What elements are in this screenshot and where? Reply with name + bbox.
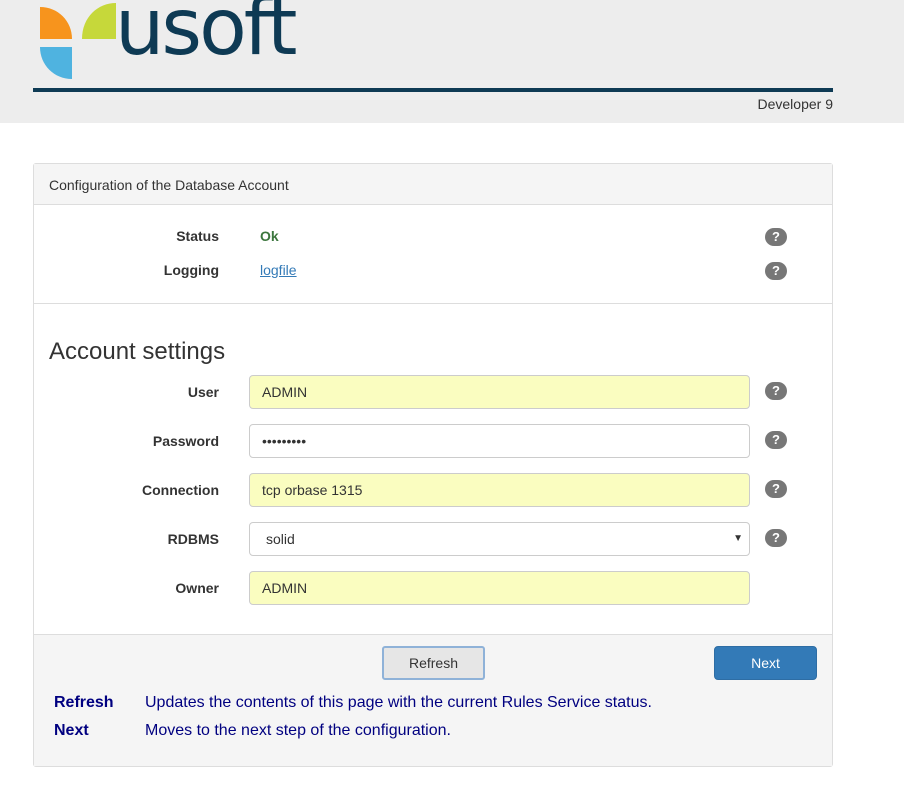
help-term: Next <box>54 722 89 739</box>
logging-label: Logging <box>163 262 219 278</box>
chevron-down-icon: ▼ <box>733 533 743 544</box>
config-panel: Configuration of the Database Account St… <box>33 163 833 767</box>
panel-heading: Configuration of the Database Account <box>34 164 832 205</box>
status-value: Ok <box>260 228 279 244</box>
user-input[interactable]: ADMIN <box>249 375 750 409</box>
help-description: Moves to the next step of the configurat… <box>145 722 451 739</box>
password-label: Password <box>152 433 219 449</box>
logging-help-icon[interactable]: ? <box>765 262 787 280</box>
password-input[interactable]: ••••••••• <box>249 424 750 458</box>
owner-input[interactable]: ADMIN <box>249 571 750 605</box>
section-title: Account settings <box>49 338 226 365</box>
owner-label: Owner <box>175 580 219 596</box>
app-header: usoft Developer 9 <box>0 0 904 123</box>
connection-input[interactable]: tcp orbase 1315 <box>249 473 750 507</box>
panel-footer: Refresh Next Refresh Updates the content… <box>34 634 832 766</box>
panel-divider <box>34 303 832 304</box>
rdbms-help-icon[interactable]: ? <box>765 529 787 547</box>
logfile-link[interactable]: logfile <box>260 262 297 278</box>
version-label: Developer 9 <box>757 96 834 112</box>
connection-help-icon[interactable]: ? <box>765 480 787 498</box>
connection-label: Connection <box>142 482 219 498</box>
refresh-button[interactable]: Refresh <box>382 646 485 680</box>
rdbms-select[interactable]: solid ▼ <box>249 522 750 556</box>
logo-text: usoft <box>115 0 297 73</box>
logo-petals-icon <box>40 3 116 79</box>
rdbms-selected-value: solid <box>266 531 295 547</box>
user-label: User <box>187 384 219 400</box>
rdbms-label: RDBMS <box>167 531 219 547</box>
help-description: Updates the contents of this page with t… <box>145 694 652 711</box>
header-rule <box>33 88 833 92</box>
user-help-icon[interactable]: ? <box>765 382 787 400</box>
help-term: Refresh <box>54 694 114 711</box>
next-button[interactable]: Next <box>714 646 817 680</box>
password-help-icon[interactable]: ? <box>765 431 787 449</box>
usoft-logo: usoft <box>38 0 297 81</box>
status-label: Status <box>176 228 219 244</box>
status-help-icon[interactable]: ? <box>765 228 787 246</box>
